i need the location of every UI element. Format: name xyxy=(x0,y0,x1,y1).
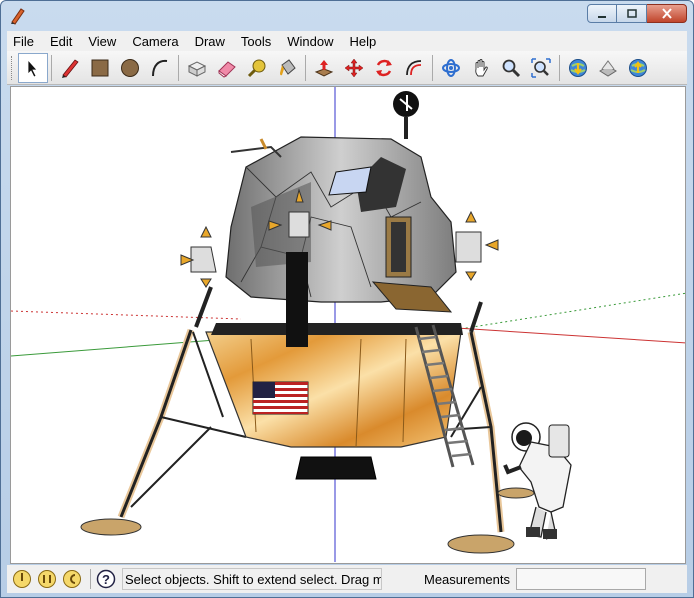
rectangle-icon xyxy=(91,59,109,76)
hand-icon xyxy=(475,58,488,76)
pencil-icon xyxy=(62,58,79,78)
circle-tool-button[interactable] xyxy=(115,53,145,83)
toolbar-separator xyxy=(432,54,433,81)
push-pull-icon xyxy=(314,59,334,77)
window-controls xyxy=(587,4,687,23)
red-axis xyxy=(440,326,685,344)
minimize-button[interactable] xyxy=(587,4,617,23)
offset-icon xyxy=(406,59,422,75)
rcs-thruster-right xyxy=(455,210,499,281)
sketchup-window: File Edit View Camera Draw Tools Window … xyxy=(0,0,694,598)
push-pull-tool-button[interactable] xyxy=(309,53,339,83)
status-bar: ? Select objects. Shift to extend select… xyxy=(7,565,687,593)
zoom-extents-tool-button[interactable] xyxy=(526,53,556,83)
arrow-cursor-icon xyxy=(27,58,38,78)
footpad-right xyxy=(447,534,515,554)
rectangle-tool-button[interactable] xyxy=(85,53,115,83)
offset-tool-button[interactable] xyxy=(399,53,429,83)
maximize-button[interactable] xyxy=(617,4,647,23)
make-component-tool-button[interactable] xyxy=(182,53,212,83)
green-axis xyxy=(11,337,242,357)
share-icon xyxy=(599,59,617,77)
tape-measure-icon xyxy=(247,59,266,77)
minimize-icon xyxy=(598,15,606,18)
globe-upload-icon xyxy=(629,58,647,77)
toolbar-separator xyxy=(305,54,306,81)
status-message: Select objects. Shift to extend select. … xyxy=(122,568,382,590)
menu-help[interactable]: Help xyxy=(342,34,385,49)
eraser-tool-button[interactable] xyxy=(212,53,242,83)
move-tool-button[interactable] xyxy=(339,53,369,83)
measurements-input[interactable] xyxy=(515,568,646,590)
us-flag xyxy=(252,381,309,415)
get-models-tool-button[interactable] xyxy=(563,53,593,83)
component-box-icon xyxy=(187,60,207,77)
rotate-icon xyxy=(376,59,392,76)
footpad-back xyxy=(497,487,535,499)
ascent-stage xyxy=(180,91,499,347)
geo-location-icon[interactable] xyxy=(12,569,32,589)
magnifier-icon xyxy=(502,59,521,77)
footpad-left xyxy=(80,518,142,536)
menu-edit[interactable]: Edit xyxy=(42,34,80,49)
status-separator xyxy=(90,569,91,589)
paint-bucket-tool-button[interactable] xyxy=(272,53,302,83)
tape-measure-tool-button[interactable] xyxy=(242,53,272,83)
drawing-viewport[interactable] xyxy=(10,86,686,564)
zoom-extents-icon xyxy=(531,57,551,78)
orbit-icon xyxy=(442,58,460,77)
close-icon xyxy=(661,8,672,19)
measurements-label: Measurements xyxy=(424,571,510,587)
title-bar[interactable] xyxy=(1,1,693,31)
help-icon[interactable]: ? xyxy=(96,569,116,589)
credits-icon[interactable] xyxy=(37,569,57,589)
select-tool-button[interactable] xyxy=(18,52,48,83)
toolbar-separator xyxy=(559,54,560,81)
upload-tool-button[interactable] xyxy=(623,53,653,83)
astronaut-figure xyxy=(503,422,572,540)
menu-window[interactable]: Window xyxy=(279,34,341,49)
toolbar-separator xyxy=(51,54,52,81)
red-axis-dotted xyxy=(11,310,242,320)
line-tool-button[interactable] xyxy=(55,53,85,83)
globe-download-icon xyxy=(569,58,587,77)
move-icon xyxy=(344,58,364,77)
menu-view[interactable]: View xyxy=(80,34,124,49)
menu-draw[interactable]: Draw xyxy=(187,34,233,49)
footpads xyxy=(80,487,535,554)
menu-camera[interactable]: Camera xyxy=(124,34,186,49)
close-button[interactable] xyxy=(647,4,687,23)
maximize-icon xyxy=(626,8,637,18)
eraser-icon xyxy=(218,60,236,78)
zoom-tool-button[interactable] xyxy=(496,53,526,83)
menu-bar: File Edit View Camera Draw Tools Window … xyxy=(7,31,687,51)
main-toolbar xyxy=(7,51,687,85)
menu-tools[interactable]: Tools xyxy=(233,34,279,49)
circle-icon xyxy=(121,58,139,77)
toolbar-grip[interactable] xyxy=(11,55,14,80)
rotate-tool-button[interactable] xyxy=(369,53,399,83)
arc-icon xyxy=(152,59,168,76)
user-icon[interactable] xyxy=(62,569,82,589)
descent-engine-nozzle xyxy=(295,456,377,480)
toolbar-separator xyxy=(178,54,179,81)
share-model-tool-button[interactable] xyxy=(593,53,623,83)
front-strut xyxy=(286,252,308,347)
arc-tool-button[interactable] xyxy=(145,53,175,83)
svg-text:?: ? xyxy=(102,572,110,587)
orbit-tool-button[interactable] xyxy=(436,53,466,83)
menu-file[interactable]: File xyxy=(7,34,42,49)
sketchup-app-icon xyxy=(11,8,25,25)
paint-bucket-icon xyxy=(280,58,296,75)
rcs-thruster-left xyxy=(180,225,217,288)
descent-stage xyxy=(205,323,463,448)
model-canvas[interactable] xyxy=(11,87,686,564)
pan-tool-button[interactable] xyxy=(466,53,496,83)
